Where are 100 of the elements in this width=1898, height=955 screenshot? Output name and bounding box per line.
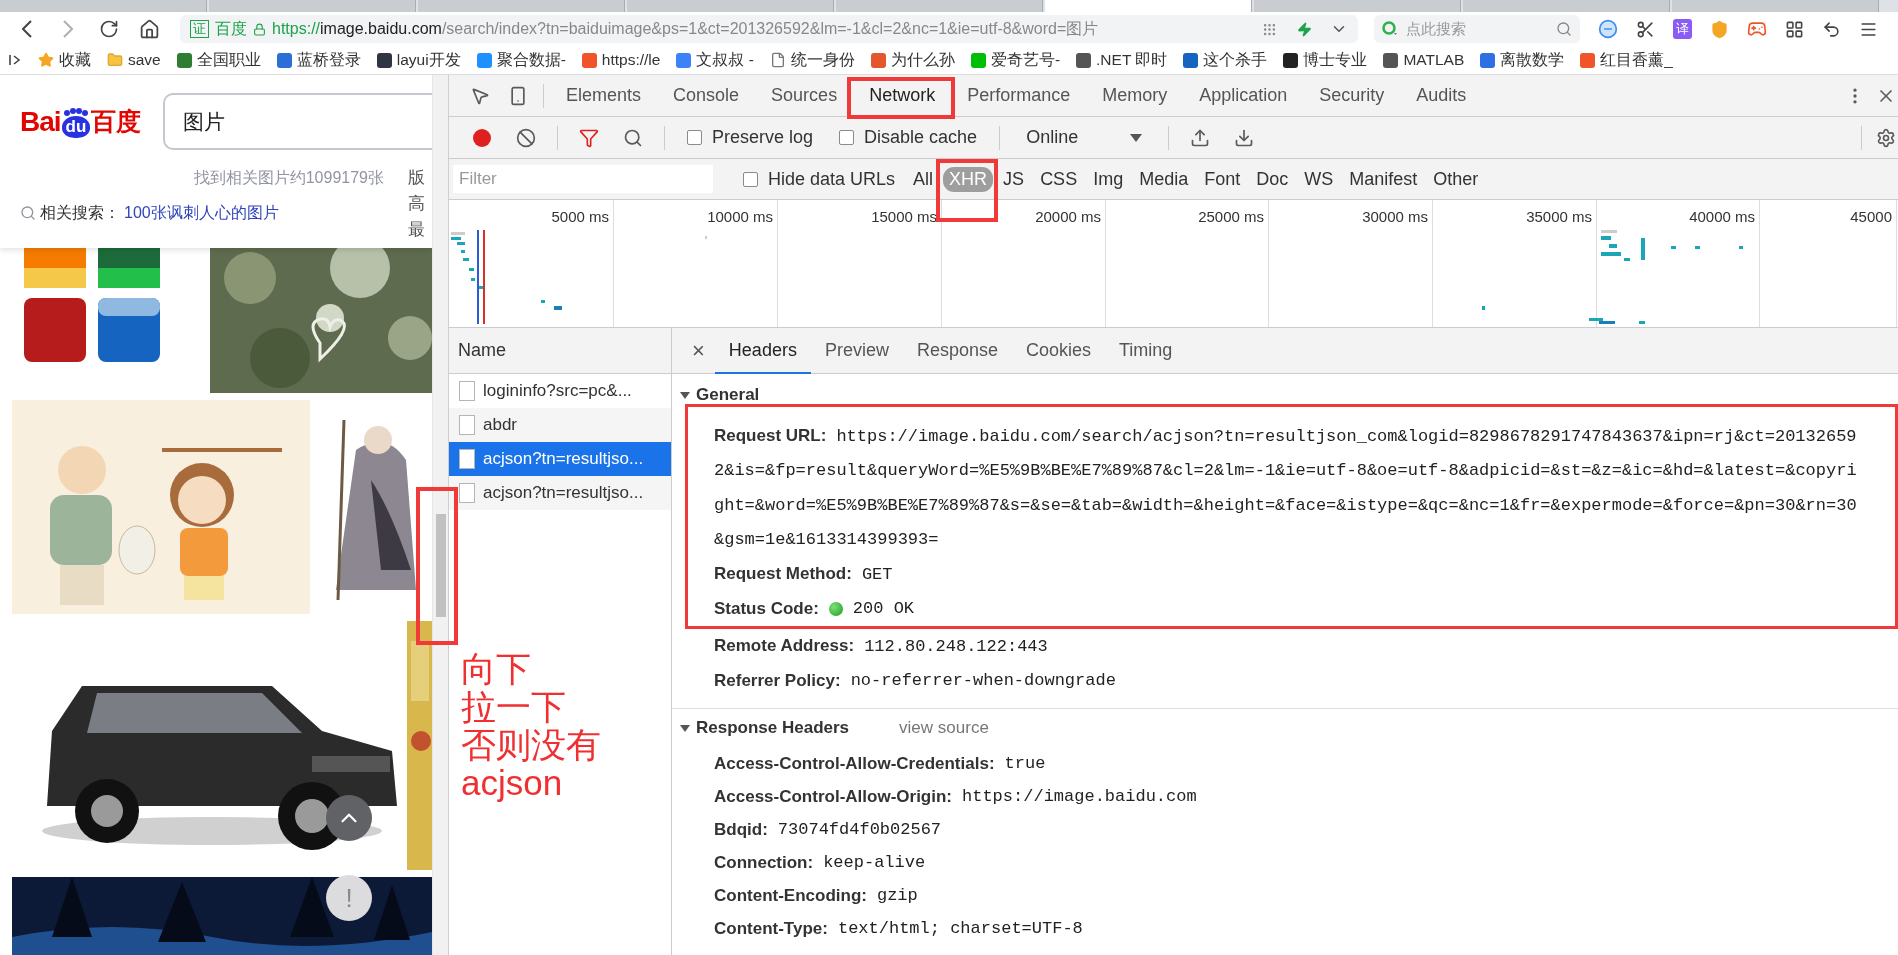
time-tick: 10000 ms xyxy=(707,208,773,226)
related-link[interactable]: 100张讽刺人心的图片 xyxy=(124,202,279,224)
bookmark-link[interactable]: 文叔叔 - xyxy=(676,49,754,71)
type-filter[interactable]: CSS xyxy=(1034,166,1084,192)
request-row[interactable]: acjson?tn=resultjso... xyxy=(449,442,671,476)
scissors-icon[interactable] xyxy=(1636,19,1655,39)
bookmark-link[interactable]: https://le xyxy=(581,51,661,69)
page-search-field[interactable]: 图片 xyxy=(163,93,432,150)
header-value: 112.80.248.122:443 xyxy=(864,636,1048,656)
url-text: https://image.baidu.com/search/index?tn=baiduimage&ps=1&ct=201326592&lm=-1&cl=2&nc=1&ie=utf-8&word=图片 xyxy=(272,18,1099,39)
devtools-tab[interactable]: Network xyxy=(853,74,952,117)
header-value: https://image.baidu.com/search/acjson?tn=resultjson_com&logid=8298678291747843637&ipn=rj&ct=20132659 xyxy=(836,426,1857,446)
checkbox[interactable] xyxy=(743,171,758,187)
search-icon xyxy=(1556,21,1572,37)
checkbox[interactable] xyxy=(687,130,702,145)
page-icon xyxy=(769,52,786,68)
result-count: 找到相关图片约1099179张 xyxy=(192,168,385,188)
request-row[interactable]: acjson?tn=resultjso... xyxy=(449,476,671,510)
bookmark-link[interactable]: 爱奇艺号- xyxy=(970,49,1061,71)
gamepad-icon[interactable] xyxy=(1747,19,1767,39)
devtools-tab[interactable]: Application xyxy=(1183,74,1304,117)
bookmark-link[interactable]: 蓝桥登录 xyxy=(276,49,361,71)
undo-icon[interactable] xyxy=(1822,19,1841,39)
header-value: https://image.baidu.com xyxy=(962,787,1197,806)
type-filter[interactable]: Font xyxy=(1198,166,1247,192)
bookmark-link[interactable]: 这个杀手 xyxy=(1183,49,1268,71)
header-value: keep-alive xyxy=(823,853,926,872)
bookmark-link[interactable]: 聚合数据- xyxy=(476,49,566,71)
bookmark-link[interactable]: save xyxy=(107,51,161,69)
header-name: Remote Address: xyxy=(714,636,855,657)
scrollbar-thumb[interactable] xyxy=(436,514,446,617)
search-placeholder: 点此搜索 xyxy=(1406,19,1466,39)
section-header[interactable]: Response Headers xyxy=(672,713,850,743)
minus-circle-icon[interactable] xyxy=(1598,19,1618,39)
bookmark-link[interactable]: 离散数学 xyxy=(1480,49,1565,71)
checkbox[interactable] xyxy=(839,130,855,145)
header-value: &gsm=1e&1613314399393= xyxy=(714,530,939,550)
forward-icon xyxy=(62,20,73,38)
checkbox-label[interactable]: Hide data URLs xyxy=(743,168,896,190)
details-tab[interactable]: Headers xyxy=(714,327,811,374)
header-name: Status Code: xyxy=(714,598,819,619)
type-filter[interactable]: Media xyxy=(1133,166,1195,192)
devtools-tab[interactable]: Elements xyxy=(550,74,658,117)
header-value: GET xyxy=(861,564,893,584)
bookmark-link[interactable]: 博士专业 xyxy=(1283,49,1368,71)
details-tab[interactable]: Preview xyxy=(810,327,903,374)
grid-icon[interactable] xyxy=(1785,19,1804,39)
checkbox-label[interactable]: Disable cache xyxy=(839,127,978,148)
devtools-tab[interactable]: Sources xyxy=(755,74,854,117)
annotation-text: 否则没有 xyxy=(461,726,602,764)
request-row[interactable]: abdr xyxy=(449,408,671,442)
bookmark-link[interactable]: 红目香薰_ xyxy=(1580,49,1673,71)
site-name: 百度 xyxy=(215,18,247,39)
devtools-tab[interactable]: Performance xyxy=(951,74,1087,117)
bookmark-link[interactable]: .NET 即时 xyxy=(1076,49,1168,71)
header-name: Access-Control-Allow-Origin: xyxy=(714,786,952,807)
section-header[interactable]: General xyxy=(672,380,760,410)
bookmark-link[interactable]: 全国职业 xyxy=(176,49,261,71)
type-filter[interactable]: WS xyxy=(1298,166,1340,192)
star-icon xyxy=(38,52,54,68)
details-tab[interactable]: Response xyxy=(902,327,1012,374)
page-scrollbar[interactable] xyxy=(432,75,448,955)
devtools-tab[interactable]: Console xyxy=(657,74,756,117)
devtools-tab[interactable]: Security xyxy=(1303,74,1401,117)
type-filter[interactable]: Img xyxy=(1087,166,1130,192)
bookmark-link[interactable]: 收藏 xyxy=(38,49,91,71)
devtools-tab[interactable]: Memory xyxy=(1086,74,1184,117)
column-header[interactable]: Name xyxy=(449,328,671,374)
time-tick: 45000 xyxy=(1850,208,1892,226)
grid-icon xyxy=(1262,21,1277,37)
bookmark-link[interactable]: 为什么孙 xyxy=(870,49,955,71)
devtools-tab[interactable]: Audits xyxy=(1400,74,1483,117)
close-button[interactable]: × xyxy=(682,337,715,364)
search-icon xyxy=(20,205,36,221)
record-dot-icon xyxy=(472,127,492,148)
sidebar-toggle-icon[interactable] xyxy=(8,53,22,67)
bookmark-link[interactable]: layui开发 xyxy=(376,49,461,71)
dropdown-triangle-icon xyxy=(1130,132,1143,143)
type-filter[interactable]: All xyxy=(907,166,940,192)
details-tab[interactable]: Timing xyxy=(1105,327,1187,374)
bookmark-link[interactable]: 统一身份 xyxy=(769,49,855,71)
header-value: 2&is=&fp=result&queryWord=%E5%9B%BE%E7%89%87&cl=2&lm=-1&ie=utf-8&oe=utf-8&adpicid=&st=&z=&ic=&hd=&latest=&copyri xyxy=(714,461,1857,481)
filter-option[interactable]: 高 xyxy=(408,191,425,217)
type-filter[interactable]: JS xyxy=(997,166,1031,192)
translate-badge[interactable]: 译 xyxy=(1673,19,1692,39)
type-filter[interactable]: Manifest xyxy=(1343,166,1424,192)
address-field[interactable]: 证 百度 https://image.baidu.com/search/index?tn=baiduimage&ps=1&ct=201326592&lm=-1&cl=2&nc=1&ie=utf-8&word=图片 xyxy=(180,15,1358,43)
checkbox-label[interactable]: Preserve log xyxy=(687,127,814,148)
status-dot-icon xyxy=(828,601,843,616)
type-filter[interactable]: Other xyxy=(1427,166,1485,192)
throttling-select[interactable]: Online xyxy=(1012,127,1157,148)
filter-field[interactable]: Filter xyxy=(453,165,713,193)
view-source-link[interactable]: view source xyxy=(899,718,989,738)
bookmark-link[interactable]: MATLAB xyxy=(1383,51,1465,69)
filter-option[interactable]: 最 xyxy=(408,217,425,243)
filter-option[interactable]: 版 xyxy=(408,165,425,191)
file-icon xyxy=(459,483,475,503)
details-tab[interactable]: Cookies xyxy=(1012,327,1106,374)
annotation-text: acjson xyxy=(461,764,564,802)
type-filter[interactable]: Doc xyxy=(1250,166,1295,192)
